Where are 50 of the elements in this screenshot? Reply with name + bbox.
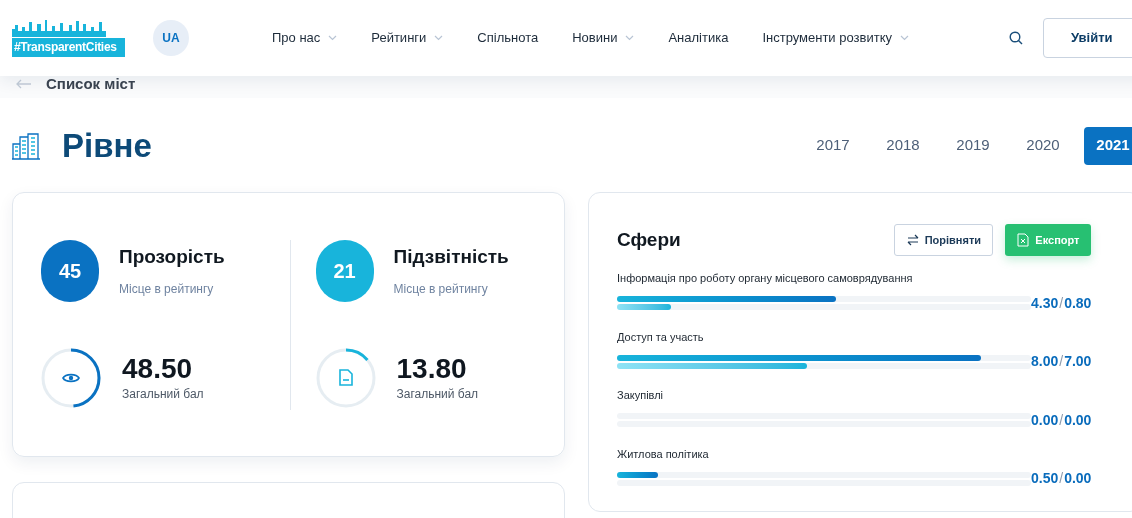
spheres-title: Сфери: [617, 227, 681, 252]
score-label: Загальний бал: [122, 385, 204, 403]
primary-score: 0.00: [1031, 410, 1059, 430]
city-title: Рівне: [62, 125, 152, 166]
buildings-icon: [12, 131, 40, 160]
secondary-score: 0.00: [1064, 410, 1092, 430]
secondary-score: 0.80: [1064, 293, 1092, 313]
rating-title: Підзвітність: [393, 245, 509, 270]
secondary-score: 0.00: [1064, 469, 1092, 488]
rating-subtitle: Місце в рейтингу: [119, 280, 215, 298]
sphere-name: Житлова політика: [617, 446, 710, 462]
nav-link[interactable]: Рейтинги: [371, 28, 444, 48]
spreadsheet-file-icon: [1017, 233, 1030, 247]
search-icon[interactable]: [1009, 31, 1023, 45]
rating-title: Прозорість: [119, 245, 225, 270]
primary-score: 4.30: [1031, 293, 1059, 313]
score-value: 48.50: [122, 352, 194, 385]
year-tab[interactable]: 2017: [804, 126, 862, 165]
swap-arrows-icon: [906, 234, 919, 246]
year-tab[interactable]: 2018: [874, 126, 932, 165]
nav-link[interactable]: Про нас: [272, 28, 338, 48]
score-separator: /: [1059, 469, 1064, 488]
document-icon: [338, 369, 353, 386]
nav-link[interactable]: Інструменти розвитку: [762, 28, 909, 48]
primary-score: 8.00: [1031, 352, 1059, 371]
year-tab[interactable]: 2019: [944, 126, 1002, 165]
eye-icon: [62, 371, 80, 384]
year-tab[interactable]: 2021: [1084, 126, 1132, 165]
rank-badge: 45: [41, 239, 99, 302]
score-label: Загальний бал: [396, 385, 479, 403]
compare-button[interactable]: Порівняти: [894, 224, 994, 256]
secondary-score: 7.00: [1064, 352, 1092, 371]
score-value: 13.80: [396, 352, 468, 385]
nav-link[interactable]: Новини: [572, 28, 635, 48]
rating-subtitle: Місце в рейтингу: [393, 280, 489, 298]
nav-link[interactable]: Аналітика: [668, 28, 729, 48]
language-button[interactable]: UA: [153, 20, 189, 56]
sphere-name: Закупівлі: [617, 388, 665, 403]
sphere-name: Доступ та участь: [617, 329, 705, 345]
score-separator: /: [1059, 352, 1064, 371]
login-button[interactable]: Увійти: [1043, 18, 1132, 58]
nav-link[interactable]: Спільнота: [477, 28, 539, 48]
year-tab[interactable]: 2020: [1014, 126, 1072, 165]
sphere-name: Інформація про роботу органу місцевого самоврядування: [617, 271, 914, 286]
rank-badge: 21: [315, 239, 374, 302]
primary-score: 0.50: [1031, 469, 1059, 488]
score-separator: /: [1059, 410, 1064, 430]
logo-text: #TransparentCities: [12, 38, 125, 57]
score-separator: /: [1059, 293, 1064, 313]
breadcrumb-link[interactable]: Список міст: [46, 72, 136, 96]
